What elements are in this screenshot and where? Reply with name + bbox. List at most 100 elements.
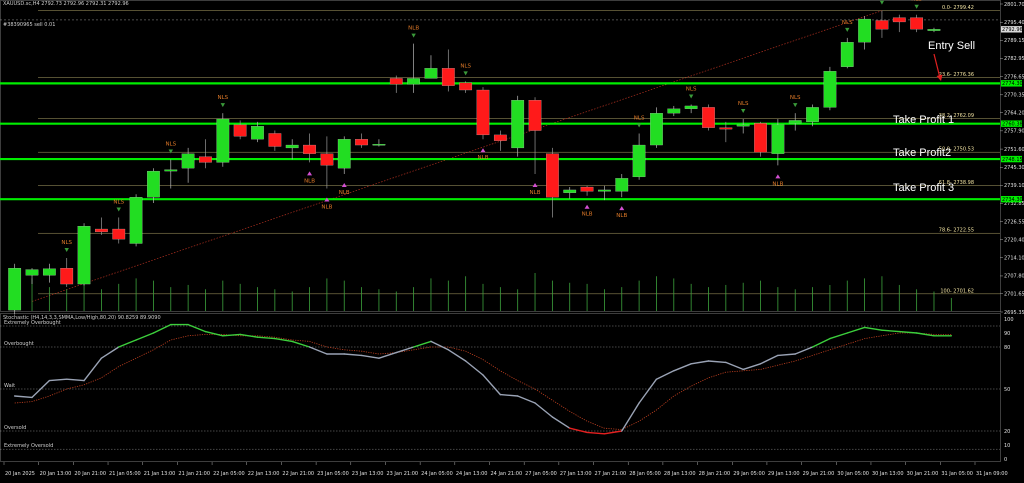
bearish-candle bbox=[528, 100, 542, 131]
bullish-candle bbox=[147, 170, 160, 198]
signal-label: NLS bbox=[113, 199, 124, 205]
signal-label: NLS bbox=[634, 115, 645, 121]
stoch-axis-label: 0 bbox=[1004, 457, 1007, 463]
price-axis-label: 2714.10 bbox=[1004, 255, 1024, 261]
bullish-candle bbox=[615, 178, 629, 192]
bullish-candle bbox=[424, 68, 438, 79]
bullish-candle bbox=[285, 144, 299, 149]
time-axis-label: 29 Jan 21:00 bbox=[803, 471, 835, 477]
signal-label: NLS bbox=[911, 0, 922, 3]
bullish-candle bbox=[563, 189, 577, 193]
price-axis-label: 2695.35 bbox=[1004, 310, 1024, 316]
bullish-candle bbox=[129, 197, 143, 244]
time-axis-label: 28 Jan 05:00 bbox=[629, 471, 661, 477]
time-axis-label: 20 Jan 2025 bbox=[5, 471, 35, 477]
time-axis-label: 29 Jan 13:00 bbox=[768, 471, 800, 477]
chart-canvas[interactable]: 0.0- 2799.4223.6- 2776.3638.2- 2762.0950… bbox=[0, 0, 1024, 479]
price-tag-label: 2734.30 bbox=[1002, 197, 1023, 203]
time-axis-label: 23 Jan 05:00 bbox=[317, 471, 349, 477]
time-axis-label: 27 Jan 13:00 bbox=[560, 471, 592, 477]
time-axis-label: 21 Jan 21:00 bbox=[178, 471, 210, 477]
bearish-candle bbox=[95, 228, 108, 233]
bullish-candle bbox=[77, 226, 91, 285]
stochastic-header: Stochastic (H4,14,3,3,SMMA,Low/High,80,2… bbox=[3, 315, 161, 321]
bullish-candle bbox=[771, 124, 785, 154]
price-tag-label: 2792.96 bbox=[1002, 27, 1023, 33]
entry-sell-label: Entry Sell bbox=[928, 40, 976, 52]
signal-label: NLB bbox=[582, 212, 593, 218]
signal-label: NLS bbox=[460, 63, 471, 69]
fib-label: 78.6- 2722.55 bbox=[939, 228, 974, 234]
bullish-candle bbox=[181, 153, 195, 169]
time-axis-label: 22 Jan 13:00 bbox=[248, 471, 280, 477]
bullish-candle bbox=[8, 267, 22, 311]
time-axis-label: 28 Jan 13:00 bbox=[664, 471, 696, 477]
stoch-level-label: Wait bbox=[4, 383, 15, 389]
stoch-level-label: Extremely Oversold bbox=[4, 443, 53, 449]
bullish-candle bbox=[858, 18, 871, 43]
fib-label: 23.6- 2776.36 bbox=[939, 72, 974, 78]
bullish-candle bbox=[806, 107, 819, 122]
price-axis-label: 2776.65 bbox=[1004, 74, 1024, 80]
bearish-candle bbox=[719, 127, 733, 130]
time-axis-label: 20 Jan 13:00 bbox=[40, 471, 72, 477]
signal-label: NLB bbox=[321, 204, 332, 210]
time-axis-label: 30 Jan 13:00 bbox=[872, 471, 904, 477]
stoch-axis-label: 20 bbox=[1004, 429, 1010, 435]
stoch-axis-label: 80 bbox=[1004, 345, 1010, 351]
price-tag-label: 2760.38 bbox=[1002, 121, 1023, 127]
bearish-candle bbox=[476, 89, 490, 136]
bearish-candle bbox=[233, 124, 247, 137]
bullish-candle bbox=[164, 169, 178, 172]
signal-label: NLB bbox=[530, 190, 541, 196]
signal-label: NLS bbox=[790, 95, 801, 101]
price-axis-label: 2751.60 bbox=[1004, 147, 1024, 153]
bearish-candle bbox=[268, 133, 282, 147]
signal-label: NLS bbox=[217, 95, 228, 101]
stoch-level-label: Oversold bbox=[4, 425, 26, 431]
signal-label: NLS bbox=[165, 142, 176, 148]
signal-label: NLS bbox=[738, 101, 749, 107]
signal-label: NLS bbox=[686, 86, 697, 92]
signal-label: NLS bbox=[61, 240, 72, 246]
stoch-axis-label: 90 bbox=[1004, 331, 1010, 337]
bullish-candle bbox=[736, 124, 750, 127]
time-axis-label: 31 Jan 05:00 bbox=[941, 471, 973, 477]
time-axis-label: 29 Jan 05:00 bbox=[733, 471, 765, 477]
bearish-candle bbox=[441, 68, 455, 86]
bullish-candle bbox=[407, 78, 420, 85]
price-axis-label: 2801.70 bbox=[1004, 2, 1024, 8]
time-axis-label: 30 Jan 21:00 bbox=[907, 471, 939, 477]
time-axis-label: 22 Jan 21:00 bbox=[282, 471, 314, 477]
price-axis-label: 2770.35 bbox=[1004, 93, 1024, 99]
trading-chart[interactable]: 0.0- 2799.42 23.6- 2776.36 38.2- 2762.09 50… bbox=[0, 0, 1024, 479]
time-axis-label: 27 Jan 05:00 bbox=[525, 471, 557, 477]
time-axis-label: 23 Jan 13:00 bbox=[352, 471, 384, 477]
bullish-candle bbox=[927, 29, 941, 31]
bullish-candle bbox=[684, 105, 698, 109]
time-axis-label: 21 Jan 05:00 bbox=[109, 471, 141, 477]
price-axis-label: 2789.15 bbox=[1004, 38, 1024, 44]
signal-label: NLS bbox=[842, 20, 853, 26]
signal-label: NLB bbox=[339, 190, 350, 196]
bullish-candle bbox=[511, 100, 525, 149]
time-axis-label: 24 Jan 05:00 bbox=[421, 471, 453, 477]
time-axis-label: 30 Jan 05:00 bbox=[837, 471, 869, 477]
bearish-candle bbox=[493, 134, 507, 141]
time-axis-label: 23 Jan 21:00 bbox=[386, 471, 418, 477]
signal-label: NLB bbox=[616, 213, 627, 219]
price-tag-label: 2748.15 bbox=[1002, 157, 1023, 163]
bearish-candle bbox=[389, 78, 403, 85]
price-axis-label: 2701.65 bbox=[1004, 292, 1024, 298]
bullish-candle bbox=[650, 113, 663, 146]
time-axis-label: 22 Jan 05:00 bbox=[213, 471, 245, 477]
bearish-candle bbox=[580, 186, 594, 192]
bullish-candle bbox=[25, 269, 39, 276]
stoch-axis-label: 10 bbox=[1004, 443, 1010, 449]
order-label: #38390965 sell 0.01 bbox=[3, 22, 56, 28]
time-axis-label: 31 Jan 09:00 bbox=[976, 471, 1008, 477]
take-profit-3-label: Take Profit 3 bbox=[893, 182, 955, 194]
price-axis-label: 2739.10 bbox=[1004, 183, 1024, 189]
bullish-candle bbox=[823, 71, 837, 108]
fib-label: 100- 2701.62 bbox=[940, 288, 974, 294]
